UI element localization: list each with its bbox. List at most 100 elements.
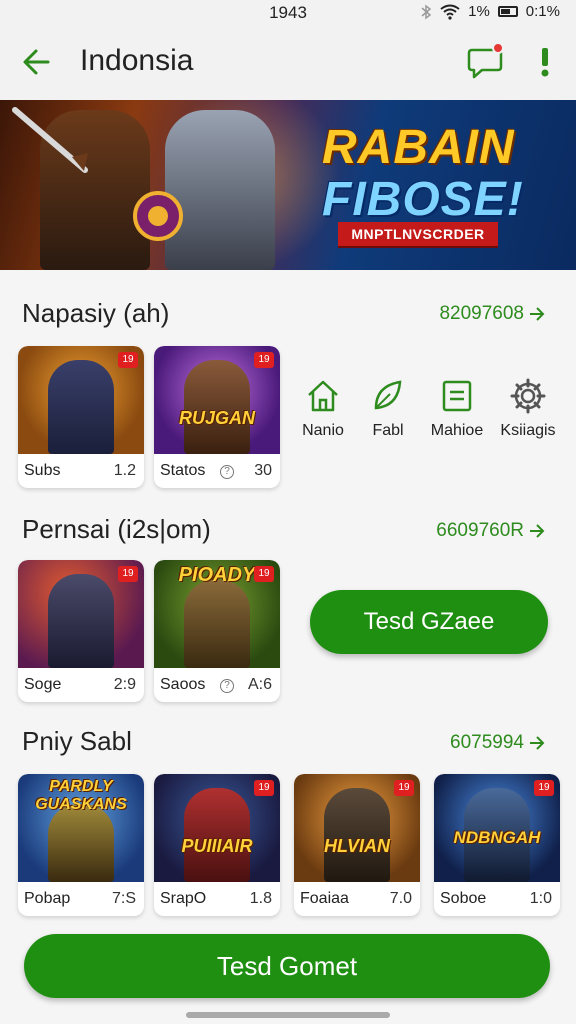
alert-button[interactable] xyxy=(536,42,554,82)
bottom-bar: Tesd Gomet xyxy=(0,924,576,1024)
section-more-link-3[interactable]: 6075994 xyxy=(450,732,546,754)
card-name: Pobap xyxy=(24,890,71,907)
notification-button[interactable] xyxy=(466,42,506,82)
section-title-3: Pniy Sabl xyxy=(22,726,132,756)
home-indicator[interactable] xyxy=(186,1012,390,1018)
card-name: SrapO xyxy=(160,890,207,907)
game-art-title: PUIIIAIR xyxy=(181,836,253,856)
arrow-right-icon xyxy=(530,524,545,538)
card-badge: 19 xyxy=(394,780,414,796)
section-more-text-3: 6075994 xyxy=(450,732,524,753)
banner-ribbon: MNPTLNVSCRDER xyxy=(338,222,498,246)
banner-title-line2: FIBOSE! xyxy=(322,173,524,226)
info-icon[interactable]: ? xyxy=(220,679,234,693)
game-art: 19 xyxy=(18,346,144,454)
quick-action-leaf[interactable]: Fabl xyxy=(353,376,423,440)
card-name: Foaiaa xyxy=(300,890,349,907)
signal-text: 1% xyxy=(468,3,490,20)
game-card[interactable]: PUIIIAIR 19 SrapO 1.8 xyxy=(154,774,280,916)
exclamation-icon xyxy=(541,48,549,77)
content-area: Napasiy (ah) 82097608 19 Subs 1.2 RUJGAN… xyxy=(0,270,576,924)
card-rating: 30 xyxy=(254,462,272,479)
game-card[interactable]: 19 Subs 1.2 xyxy=(18,346,144,488)
card-rating: 7.0 xyxy=(389,890,412,907)
game-art: PIOADY 19 xyxy=(154,560,280,668)
game-art: NDBNGAH 19 xyxy=(434,774,560,882)
hero-figure xyxy=(48,804,114,882)
game-art: HLVIAN 19 xyxy=(294,774,420,882)
game-art: RUJGAN 19 xyxy=(154,346,280,454)
banner-title-line1: RABAIN xyxy=(322,121,515,174)
notification-badge xyxy=(492,42,504,54)
game-art-title: RUJGAN xyxy=(178,408,255,428)
hero-figure xyxy=(48,360,114,454)
battery-text: 0:1% xyxy=(525,3,560,20)
crest-icon xyxy=(133,191,183,241)
arrow-right-icon xyxy=(530,736,545,750)
game-art: 19 xyxy=(18,560,144,668)
card-name: Soboe xyxy=(440,890,487,907)
game-card[interactable]: PIOADY 19 Saoos ? A:6 xyxy=(154,560,280,702)
status-bar: 1943 1% 0:1% xyxy=(0,0,576,28)
gear-icon xyxy=(510,378,546,414)
game-card[interactable]: RUJGAN 19 Statos ? 30 xyxy=(154,346,280,488)
quick-action-label: Mahioe xyxy=(430,422,484,439)
hero-figure xyxy=(184,360,250,454)
section-title-1: Napasiy (ah) xyxy=(22,298,170,328)
leaf-icon xyxy=(374,380,402,410)
card-name: Statos xyxy=(160,462,206,479)
section-title-2: Pernsai (i2s|om) xyxy=(22,514,211,544)
card-badge: 19 xyxy=(534,780,554,796)
bottom-action-button[interactable]: Tesd Gomet xyxy=(24,934,550,998)
arrow-right-icon xyxy=(530,307,545,321)
card-badge: 19 xyxy=(118,352,138,368)
bluetooth-icon xyxy=(421,4,432,19)
quick-action-label: Ksiiagis xyxy=(500,422,556,439)
game-card[interactable]: NDBNGAH 19 Soboe 1:0 xyxy=(434,774,560,916)
list-icon xyxy=(442,380,472,412)
back-arrow-icon xyxy=(23,49,50,75)
card-badge: 19 xyxy=(254,352,274,368)
game-card[interactable]: 19 Soge 2:9 xyxy=(18,560,144,702)
card-rating: A:6 xyxy=(247,676,272,693)
section-more-text-2: 6609760R xyxy=(436,520,524,541)
hero-figure xyxy=(184,580,250,668)
quick-action-settings[interactable]: Ksiiagis xyxy=(493,376,563,440)
sword-icon xyxy=(12,107,88,173)
card-name: Soge xyxy=(24,676,62,693)
quick-action-home[interactable]: Nanio xyxy=(288,376,358,440)
card-rating: 1.8 xyxy=(249,890,272,907)
battery-icon xyxy=(497,6,518,17)
primary-action-button[interactable]: Tesd GZaee xyxy=(310,590,548,654)
game-card[interactable]: HLVIAN 19 Foaiaa 7.0 xyxy=(294,774,420,916)
game-art: PUIIIAIR 19 xyxy=(154,774,280,882)
wifi-icon xyxy=(440,4,460,20)
home-icon xyxy=(308,380,338,412)
game-card[interactable]: PARDLY GUASKANS Pobap 7:S xyxy=(18,774,144,916)
section-more-link-2[interactable]: 6609760R xyxy=(436,520,546,542)
game-art-title: PARDLY GUASKANS xyxy=(35,778,127,813)
card-rating: 1:0 xyxy=(529,890,552,907)
quick-action-list[interactable]: Mahioe xyxy=(422,376,492,440)
status-icons: 1% 0:1% xyxy=(420,3,560,20)
game-art-title: NDBNGAH xyxy=(453,828,541,847)
quick-action-label: Fabl xyxy=(372,422,404,439)
game-art: PARDLY GUASKANS xyxy=(18,774,144,882)
card-name: Subs xyxy=(24,462,61,479)
info-icon[interactable]: ? xyxy=(220,465,234,479)
card-badge: 19 xyxy=(118,566,138,582)
back-button[interactable] xyxy=(18,42,58,82)
section-more-link-1[interactable]: 82097608 xyxy=(439,303,546,325)
page-title: Indonsia xyxy=(80,44,194,77)
quick-action-label: Nanio xyxy=(302,422,344,439)
card-rating: 7:S xyxy=(111,890,136,907)
card-name: Saoos xyxy=(160,676,206,693)
card-rating: 2:9 xyxy=(113,676,136,693)
game-art-title: HLVIAN xyxy=(323,836,390,856)
card-badge: 19 xyxy=(254,566,274,582)
hero-figure xyxy=(324,788,390,882)
hero-figure xyxy=(48,574,114,668)
section-more-text-1: 82097608 xyxy=(439,303,524,324)
card-badge: 19 xyxy=(254,780,274,796)
app-bar: Indonsia xyxy=(0,28,576,100)
